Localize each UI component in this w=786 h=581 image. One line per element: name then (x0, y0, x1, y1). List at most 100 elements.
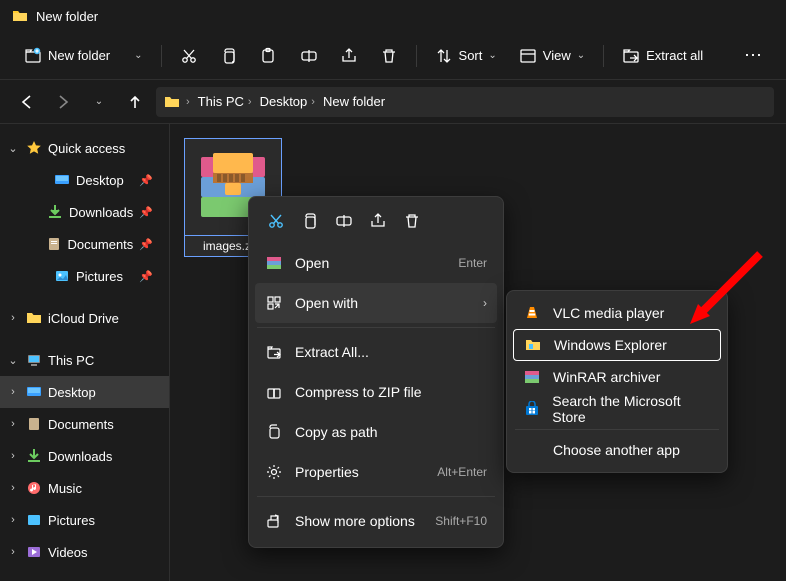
hotkey: Enter (458, 256, 487, 270)
breadcrumb[interactable]: New folder (321, 94, 387, 109)
sidebar-item-label: Pictures (48, 513, 95, 528)
sidebar-item-pictures-pc[interactable]: › Pictures (0, 504, 169, 536)
sidebar-item-label: Quick access (48, 141, 125, 156)
sidebar-item-downloads[interactable]: Downloads 📌 (0, 196, 169, 228)
ctx-extract-all[interactable]: Extract All... (255, 332, 497, 372)
sidebar-item-quick-access[interactable]: ⌄ Quick access (0, 132, 169, 164)
winrar-icon (265, 254, 283, 272)
breadcrumb[interactable]: Desktop › (258, 94, 317, 109)
up-button[interactable] (120, 87, 150, 117)
new-label: New folder (48, 48, 110, 63)
sidebar-item-documents-pc[interactable]: › Documents (0, 408, 169, 440)
pictures-icon (26, 512, 42, 528)
ctx-label: Show more options (295, 513, 415, 529)
rename-button[interactable] (329, 207, 359, 235)
chevron-down-icon: ⌄ (6, 354, 20, 367)
sidebar-item-desktop-pc[interactable]: › Desktop (0, 376, 169, 408)
more-button[interactable]: ⋯ (736, 45, 772, 66)
ctx-more-options[interactable]: Show more options Shift+F10 (255, 501, 497, 541)
hotkey: Alt+Enter (437, 465, 487, 479)
separator (257, 496, 495, 497)
sidebar-item-label: Downloads (69, 205, 133, 220)
sidebar-item-label: iCloud Drive (48, 311, 119, 326)
breadcrumb[interactable]: This PC › (196, 94, 254, 109)
share-icon (340, 47, 358, 65)
sidebar: ⌄ Quick access Desktop 📌 Downloads 📌 Doc… (0, 124, 170, 581)
ctx-copy-path[interactable]: Copy as path (255, 412, 497, 452)
delete-button[interactable] (370, 41, 408, 71)
submenu-item-vlc[interactable]: VLC media player (513, 297, 721, 329)
sidebar-item-documents[interactable]: Documents 📌 (0, 228, 169, 260)
copy-button[interactable] (210, 41, 248, 71)
rename-icon (300, 47, 318, 65)
desktop-icon (54, 172, 70, 188)
divider (161, 45, 162, 67)
new-button[interactable]: New folder ⌄ (14, 41, 153, 71)
submenu-item-winrar[interactable]: WinRAR archiver (513, 361, 721, 393)
folder-icon (12, 8, 28, 24)
ctx-open-with[interactable]: Open with › (255, 283, 497, 323)
pin-icon: 📌 (139, 238, 153, 251)
submenu-item-ms-store[interactable]: Search the Microsoft Store (513, 393, 721, 425)
sidebar-item-label: Documents (48, 417, 114, 432)
sort-label: Sort (459, 48, 483, 63)
chevron-right-icon: › (6, 514, 20, 526)
ctx-properties[interactable]: Properties Alt+Enter (255, 452, 497, 492)
folder-icon (164, 94, 180, 110)
winrar-icon (523, 368, 541, 386)
trash-icon (380, 47, 398, 65)
cut-button[interactable] (170, 41, 208, 71)
sidebar-item-pictures[interactable]: Pictures 📌 (0, 260, 169, 292)
share-button[interactable] (330, 41, 368, 71)
divider (603, 45, 604, 67)
view-button[interactable]: View ⌄ (509, 41, 595, 71)
pc-icon (26, 352, 42, 368)
paste-button[interactable] (250, 41, 288, 71)
sort-icon (435, 47, 453, 65)
submenu-label: Windows Explorer (554, 337, 667, 353)
zip-icon (265, 383, 283, 401)
sidebar-item-downloads-pc[interactable]: › Downloads (0, 440, 169, 472)
extract-all-button[interactable]: Extract all (612, 41, 713, 71)
back-button[interactable] (12, 87, 42, 117)
view-icon (519, 47, 537, 65)
submenu-item-windows-explorer[interactable]: Windows Explorer (513, 329, 721, 361)
chevron-down-icon: ⌄ (134, 50, 142, 61)
recent-button[interactable]: ⌄ (84, 87, 114, 117)
documents-icon (26, 416, 42, 432)
chevron-right-icon: › (6, 312, 20, 324)
submenu-label: WinRAR archiver (553, 369, 660, 385)
address-bar[interactable]: › This PC › Desktop › New folder (156, 87, 774, 117)
sidebar-item-desktop[interactable]: Desktop 📌 (0, 164, 169, 196)
share-button[interactable] (363, 207, 393, 235)
ctx-open[interactable]: Open Enter (255, 243, 497, 283)
copy-button[interactable] (295, 207, 325, 235)
sidebar-item-music[interactable]: › Music (0, 472, 169, 504)
submenu-label: Search the Microsoft Store (552, 393, 711, 425)
ctx-compress[interactable]: Compress to ZIP file (255, 372, 497, 412)
submenu-item-choose-app[interactable]: Choose another app (513, 434, 721, 466)
chevron-right-icon: › (483, 296, 487, 310)
new-icon (24, 47, 42, 65)
delete-button[interactable] (397, 207, 427, 235)
sort-button[interactable]: Sort ⌄ (425, 41, 507, 71)
sidebar-item-label: Downloads (48, 449, 112, 464)
download-icon (26, 448, 42, 464)
sidebar-item-this-pc[interactable]: ⌄ This PC (0, 344, 169, 376)
sidebar-item-videos[interactable]: › Videos (0, 536, 169, 568)
separator (257, 327, 495, 328)
folder-icon (26, 310, 42, 326)
cut-button[interactable] (261, 207, 291, 235)
paste-icon (260, 47, 278, 65)
rename-button[interactable] (290, 41, 328, 71)
sidebar-item-icloud[interactable]: › iCloud Drive (0, 302, 169, 334)
videos-icon (26, 544, 42, 560)
ctx-label: Compress to ZIP file (295, 384, 422, 400)
extract-icon (265, 343, 283, 361)
hotkey: Shift+F10 (435, 514, 487, 528)
extract-icon (622, 47, 640, 65)
forward-button[interactable] (48, 87, 78, 117)
context-menu: Open Enter Open with › Extract All... Co… (248, 196, 504, 548)
properties-icon (265, 463, 283, 481)
extract-label: Extract all (646, 48, 703, 63)
